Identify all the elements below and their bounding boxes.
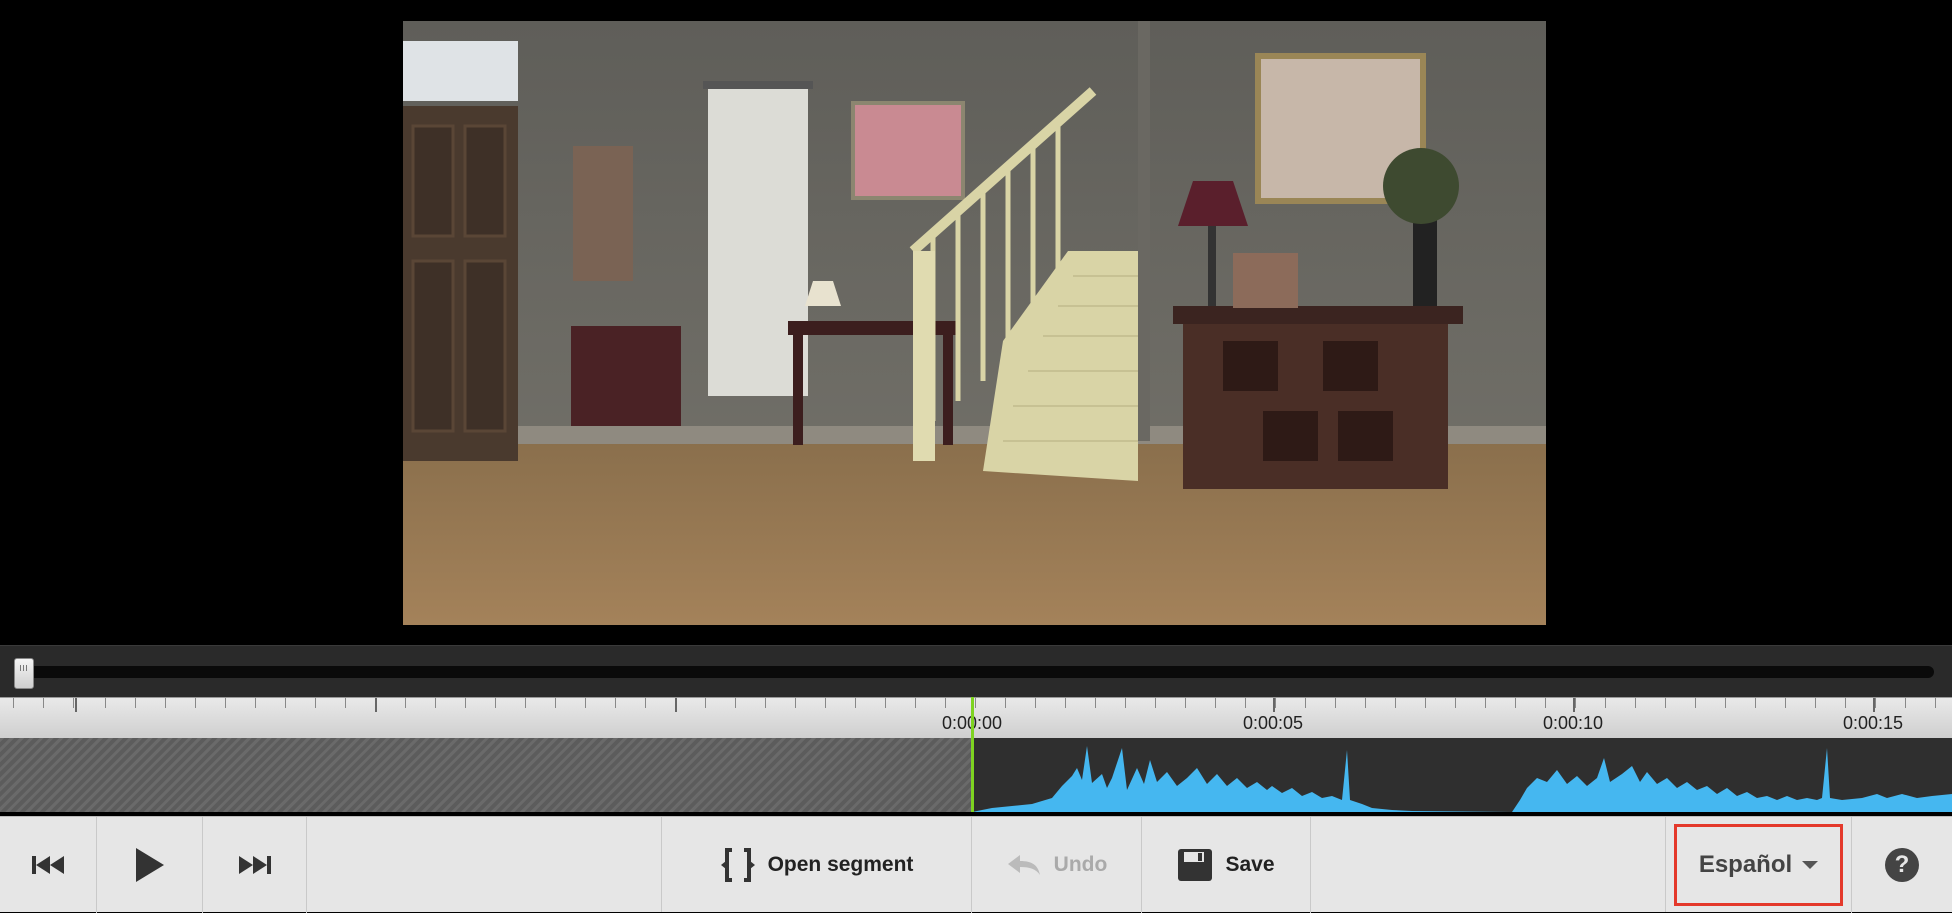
open-segment-label: Open segment <box>767 853 914 876</box>
help-icon: ? <box>1885 848 1919 882</box>
ruler-major-tick <box>675 698 677 712</box>
timeline-label: 0:00:10 <box>1543 713 1604 733</box>
ruler-major-tick <box>1873 698 1875 712</box>
caret-down-icon <box>1802 861 1819 869</box>
ruler-ticks <box>0 698 1952 708</box>
seek-bar[interactable] <box>0 645 1952 697</box>
language-label: Español <box>1698 851 1793 878</box>
segment-brackets-icon <box>720 848 755 882</box>
floppy-disk-icon <box>1178 849 1213 881</box>
play-icon <box>135 848 164 882</box>
ruler-major-tick <box>375 698 377 712</box>
audio-waveform <box>972 746 1952 812</box>
open-segment-button[interactable]: Open segment <box>662 817 972 913</box>
editor-toolbar: Open segment Undo Save Español ? <box>0 816 1952 913</box>
pre-roll-region <box>0 738 972 812</box>
toolbar-spacer <box>1311 817 1666 912</box>
skip-forward-button[interactable] <box>203 817 307 913</box>
seek-track[interactable] <box>14 666 1934 678</box>
playhead[interactable] <box>971 697 974 812</box>
save-label: Save <box>1225 853 1275 876</box>
timeline-ruler[interactable]: 0:00:00 0:00:05 0:00:10 0:00:15 <box>0 697 1952 738</box>
language-selector-cell: Español <box>1666 817 1852 913</box>
ruler-major-tick <box>1573 698 1575 712</box>
video-scene-image <box>403 21 1546 625</box>
skip-forward-icon <box>238 856 271 874</box>
help-button[interactable]: ? <box>1852 817 1952 913</box>
ruler-major-tick <box>75 698 77 712</box>
seek-handle[interactable] <box>14 658 34 689</box>
undo-button[interactable]: Undo <box>972 817 1142 913</box>
skip-back-icon <box>32 856 64 874</box>
undo-arrow-icon <box>1007 855 1040 875</box>
video-frame[interactable] <box>403 21 1546 625</box>
language-dropdown[interactable]: Español <box>1674 824 1843 906</box>
toolbar-spacer <box>307 817 662 912</box>
save-button[interactable]: Save <box>1142 817 1311 913</box>
audio-waveform-track[interactable] <box>0 738 1952 812</box>
play-button[interactable] <box>97 817 203 913</box>
timeline-label: 0:00:15 <box>1843 713 1904 733</box>
video-player[interactable] <box>0 0 1952 645</box>
ruler-major-tick <box>1273 698 1275 712</box>
timeline-label: 0:00:05 <box>1243 713 1304 733</box>
undo-label: Undo <box>1053 853 1108 876</box>
skip-back-button[interactable] <box>0 817 97 913</box>
